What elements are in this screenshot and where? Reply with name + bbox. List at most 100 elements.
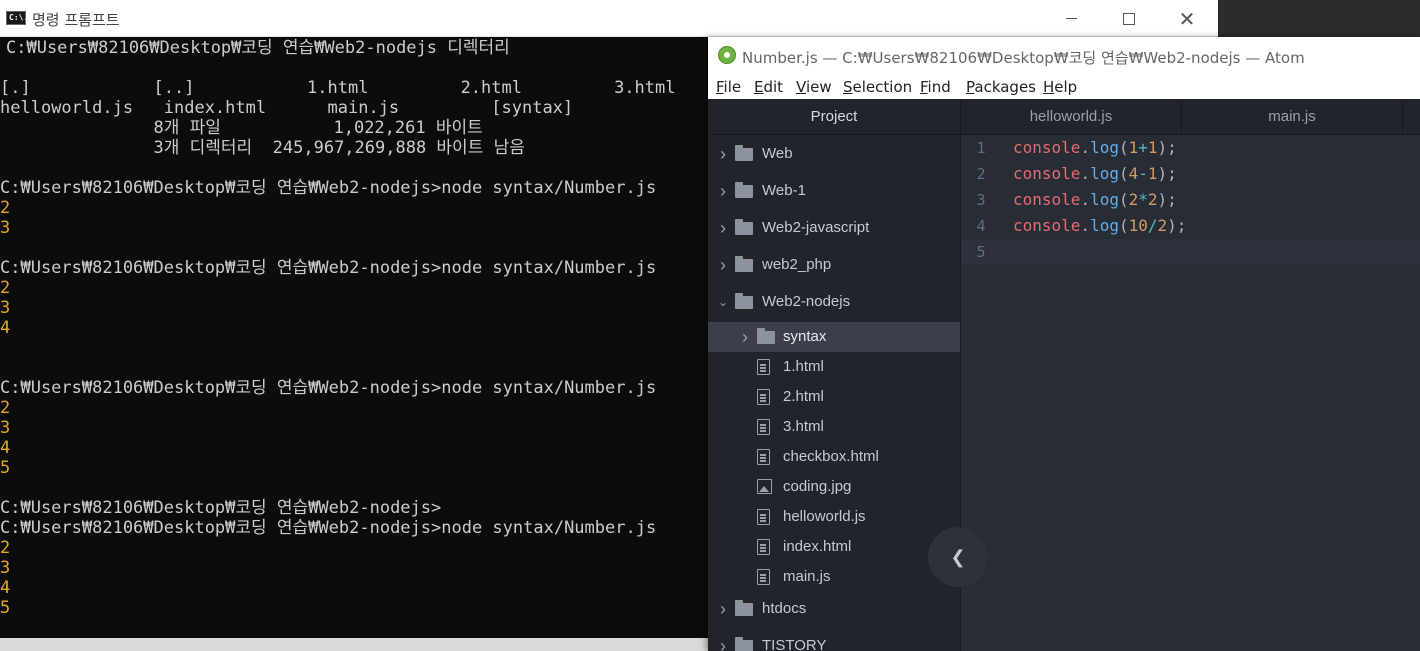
file-icon — [757, 419, 770, 435]
tab-main-js[interactable]: main.js — [1182, 99, 1403, 135]
console-output-line: 4 — [0, 318, 11, 338]
tree-item-coding-jpg[interactable]: coding.jpg — [708, 472, 960, 502]
collapse-panel-button[interactable]: ❮ — [928, 527, 988, 587]
close-button[interactable]: ✕ — [1158, 0, 1216, 37]
console-output-line: 5 — [0, 598, 11, 618]
chevron-right-icon: › — [720, 218, 726, 238]
file-icon — [757, 449, 770, 465]
tree-item-label: checkbox.html — [783, 448, 879, 465]
project-tree-header[interactable]: Project — [708, 99, 960, 135]
chevron-right-icon: › — [720, 636, 726, 651]
menu-find[interactable]: Find — [920, 78, 951, 96]
code-token-operator: + — [1138, 138, 1148, 157]
tree-item-web2-nodejs[interactable]: ⌄ Web2-nodejs — [708, 287, 960, 317]
tree-item-helloworld-js[interactable]: helloworld.js — [708, 502, 960, 532]
menu-label-rest: ile — [723, 78, 742, 96]
code-token-paren: ); — [1157, 190, 1177, 209]
line-number: 1 — [976, 139, 986, 157]
menu-packages[interactable]: Packages — [966, 78, 1036, 96]
code-token-operator: * — [1138, 190, 1148, 209]
folder-icon — [735, 256, 753, 272]
code-token-object: console — [1013, 138, 1081, 157]
folder-icon — [757, 328, 775, 344]
tree-item-label: main.js — [783, 568, 831, 585]
tree-item-htdocs[interactable]: › htdocs — [708, 594, 960, 624]
menu-selection[interactable]: Selection — [843, 78, 912, 96]
atom-menubar: File Edit View Selection Find Packages Help — [708, 74, 1420, 99]
menu-accelerator-key: H — [1043, 78, 1055, 96]
folder-icon — [735, 293, 753, 309]
atom-window-title: Number.js — C:₩Users₩82106₩Desktop₩코딩 연습… — [742, 49, 1305, 67]
tree-item-label: Web2-nodejs — [762, 293, 851, 310]
menu-edit[interactable]: Edit — [754, 78, 783, 96]
code-line[interactable]: console.log(4-1); — [1013, 161, 1177, 187]
console-output-line: 2 — [0, 278, 11, 298]
menu-label-rest: iew — [805, 78, 832, 96]
menu-file[interactable]: File — [716, 78, 741, 96]
code-line[interactable]: console.log(10/2); — [1013, 213, 1186, 239]
console-output-line: 2 — [0, 538, 11, 558]
console-line: C:₩Users₩82106₩Desktop₩코딩 연습₩Web2-nodejs… — [0, 178, 657, 198]
console-line: 8개 파일 1,022,261 바이트 — [0, 118, 483, 138]
code-line[interactable]: console.log(2*2); — [1013, 187, 1177, 213]
tree-item-label: coding.jpg — [783, 478, 852, 495]
tree-item-tistory[interactable]: › TISTORY — [708, 631, 960, 651]
menu-label-rest: dit — [763, 78, 784, 96]
menu-label-rest: elp — [1054, 78, 1078, 96]
tree-item-checkbox-html[interactable]: checkbox.html — [708, 442, 960, 472]
minimize-button[interactable] — [1042, 0, 1100, 37]
console-line: 3개 디렉터리 245,967,269,888 바이트 남음 — [0, 138, 525, 158]
line-number: 5 — [976, 243, 986, 261]
maximize-icon — [1123, 12, 1135, 25]
tree-item-index-html[interactable]: index.html — [708, 532, 960, 562]
cmd-horizontal-scrollbar[interactable] — [0, 638, 708, 651]
tree-item-main-js[interactable]: main.js — [708, 562, 960, 592]
folder-icon — [735, 219, 753, 235]
tree-item-label: 3.html — [783, 418, 824, 435]
tree-item-2-html[interactable]: 2.html — [708, 382, 960, 412]
code-token-paren: ( — [1118, 190, 1129, 209]
tree-item-1-html[interactable]: 1.html — [708, 352, 960, 382]
atom-titlebar[interactable]: Number.js — C:₩Users₩82106₩Desktop₩코딩 연습… — [708, 37, 1420, 74]
file-icon — [757, 539, 770, 555]
tree-item-label: web2_php — [762, 256, 832, 273]
tab-helloworld-js[interactable]: helloworld.js — [961, 99, 1182, 135]
cmd-console-output[interactable]: C:₩Users₩82106₩Desktop₩코딩 연습₩Web2-nodejs… — [0, 38, 708, 640]
code-token-number: 2 — [1157, 216, 1168, 235]
tree-item-3-html[interactable]: 3.html — [708, 412, 960, 442]
menu-help[interactable]: Help — [1043, 78, 1077, 96]
console-output-line: 2 — [0, 398, 11, 418]
code-token-object: console — [1013, 190, 1081, 209]
console-line: C:₩Users₩82106₩Desktop₩코딩 연습₩Web2-nodejs… — [0, 378, 657, 398]
menu-accelerator-key: S — [843, 78, 853, 96]
maximize-button[interactable] — [1100, 0, 1158, 37]
code-token-object: console — [1013, 216, 1081, 235]
cmd-titlebar[interactable]: C:\. 명령 프롬프트 ✕ — [0, 0, 1218, 37]
console-line: helloworld.js index.html main.js [syntax… — [0, 98, 574, 118]
tree-item-web2-php[interactable]: › web2_php — [708, 250, 960, 280]
line-number: 3 — [976, 191, 986, 209]
tree-item-web[interactable]: › Web — [708, 139, 960, 169]
tree-item-label: index.html — [783, 538, 852, 555]
tree-item-label: 1.html — [783, 358, 824, 375]
menu-accelerator-key: F — [920, 78, 928, 96]
code-token-paren: ); — [1157, 138, 1177, 157]
code-token-operator: / — [1147, 216, 1158, 235]
console-output-line: 3 — [0, 218, 11, 238]
code-line[interactable]: console.log(1+1); — [1013, 135, 1177, 161]
menu-view[interactable]: View — [796, 78, 832, 96]
code-token-paren: ); — [1157, 164, 1177, 183]
tree-item-label: htdocs — [762, 600, 807, 617]
code-token-paren: ); — [1167, 216, 1187, 235]
tree-item-label: Web2-javascript — [762, 219, 870, 236]
tree-item-label: Web-1 — [762, 182, 806, 199]
code-token-number: 1 — [1147, 164, 1158, 183]
tree-item-web-1[interactable]: › Web-1 — [708, 176, 960, 206]
tree-item-label: TISTORY — [762, 637, 827, 651]
cmd-window-title: 명령 프롬프트 — [32, 11, 120, 29]
chevron-down-icon: ⌄ — [717, 295, 729, 309]
desktop-background — [1218, 0, 1420, 37]
tree-item-web2-javascript[interactable]: › Web2-javascript — [708, 213, 960, 243]
tree-item-syntax[interactable]: › syntax — [708, 322, 960, 352]
code-editor[interactable]: 1 console.log(1+1); 2 console.log(4-1); 3 con… — [961, 135, 1420, 651]
